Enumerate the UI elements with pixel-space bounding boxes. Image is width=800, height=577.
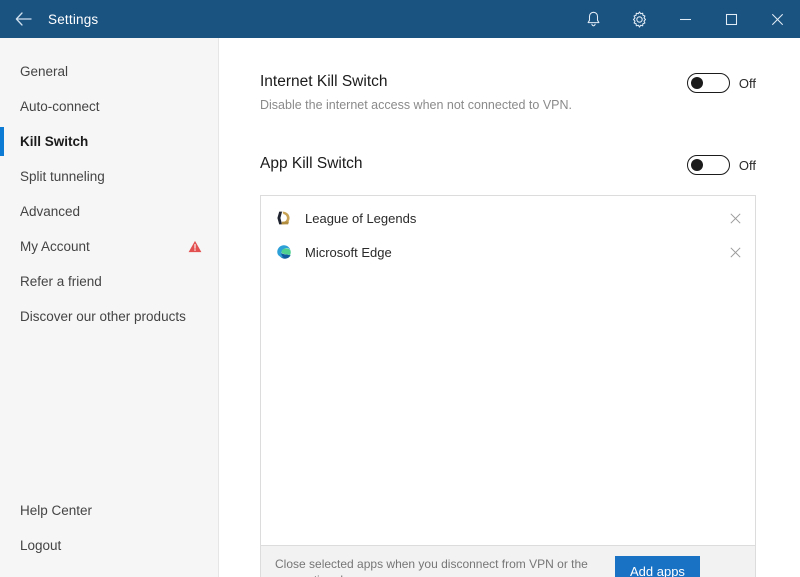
app-kill-switch-setting: App Kill Switch Off [260,154,756,175]
sidebar-item-discover-products[interactable]: Discover our other products [0,299,218,334]
settings-window: Settings General Auto-connect Kill Switc… [0,0,800,577]
arrow-left-icon [15,12,32,26]
internet-kill-switch-texts: Internet Kill Switch Disable the interne… [260,72,572,114]
toggle-knob [690,159,703,171]
settings-gear-button[interactable] [616,0,662,38]
app-kill-switch-toggle-group: Off [686,154,756,175]
remove-app-button[interactable] [727,210,743,226]
app-list-section: League of Legends Microsoft Edge Close s… [260,195,756,577]
minimize-button[interactable] [662,0,708,38]
gear-icon [631,10,648,28]
internet-kill-switch-description: Disable the internet access when not con… [260,98,572,112]
sidebar-item-label: Auto-connect [20,99,100,114]
minimize-icon [679,13,692,26]
back-button[interactable] [0,0,46,38]
window-title: Settings [48,11,99,27]
add-apps-button[interactable]: Add apps [615,556,700,577]
maximize-icon [725,13,738,26]
maximize-button[interactable] [708,0,754,38]
sidebar-item-auto-connect[interactable]: Auto-connect [0,89,218,124]
app-kill-switch-title: App Kill Switch [260,155,363,172]
microsoft-edge-icon [275,244,292,261]
app-list-footer: Close selected apps when you disconnect … [260,546,756,577]
sidebar-item-general[interactable]: General [0,54,218,89]
remove-app-button[interactable] [727,244,743,260]
sidebar: General Auto-connect Kill Switch Split t… [0,38,219,577]
warning-triangle-icon [188,240,202,253]
sidebar-item-label: Logout [20,538,62,553]
sidebar-secondary-nav: Help Center Logout [0,493,218,563]
close-window-button[interactable] [754,0,800,38]
internet-kill-switch-state: Off [738,75,756,91]
app-kill-switch-texts: App Kill Switch [260,154,363,174]
list-item[interactable]: Microsoft Edge [261,235,755,269]
sidebar-item-kill-switch[interactable]: Kill Switch [0,124,218,159]
sidebar-item-label: General [20,64,69,79]
app-name: League of Legends [305,210,417,226]
sidebar-item-my-account[interactable]: My Account [0,229,218,264]
internet-kill-switch-toggle[interactable] [686,73,730,93]
sidebar-item-logout[interactable]: Logout [0,528,218,563]
sidebar-item-label: My Account [20,239,90,254]
bell-icon [586,11,601,28]
internet-kill-switch-setting: Internet Kill Switch Disable the interne… [260,72,756,114]
internet-kill-switch-toggle-group: Off [686,72,756,93]
sidebar-item-label: Discover our other products [20,309,186,324]
internet-kill-switch-title: Internet Kill Switch [260,73,388,90]
list-item[interactable]: League of Legends [261,201,755,235]
sidebar-item-label: Help Center [20,503,93,518]
sidebar-item-label: Split tunneling [20,169,105,184]
sidebar-item-advanced[interactable]: Advanced [0,194,218,229]
notifications-button[interactable] [570,0,616,38]
app-kill-switch-state: Off [738,157,756,173]
close-icon [771,13,784,26]
app-list[interactable]: League of Legends Microsoft Edge [260,195,756,546]
sidebar-primary-nav: General Auto-connect Kill Switch Split t… [0,54,218,334]
app-name: Microsoft Edge [305,244,392,260]
league-of-legends-icon [275,210,292,227]
sidebar-item-label: Advanced [20,204,81,219]
sidebar-item-label: Kill Switch [20,134,89,149]
main-content: Internet Kill Switch Disable the interne… [219,38,800,577]
app-list-footer-description: Close selected apps when you disconnect … [275,556,588,577]
window-body: General Auto-connect Kill Switch Split t… [0,38,800,577]
sidebar-item-refer-a-friend[interactable]: Refer a friend [0,264,218,299]
sidebar-item-split-tunneling[interactable]: Split tunneling [0,159,218,194]
title-bar: Settings [0,0,800,38]
sidebar-item-help-center[interactable]: Help Center [0,493,218,528]
toggle-knob [690,77,703,89]
sidebar-item-label: Refer a friend [20,274,102,289]
app-kill-switch-toggle[interactable] [686,155,730,175]
